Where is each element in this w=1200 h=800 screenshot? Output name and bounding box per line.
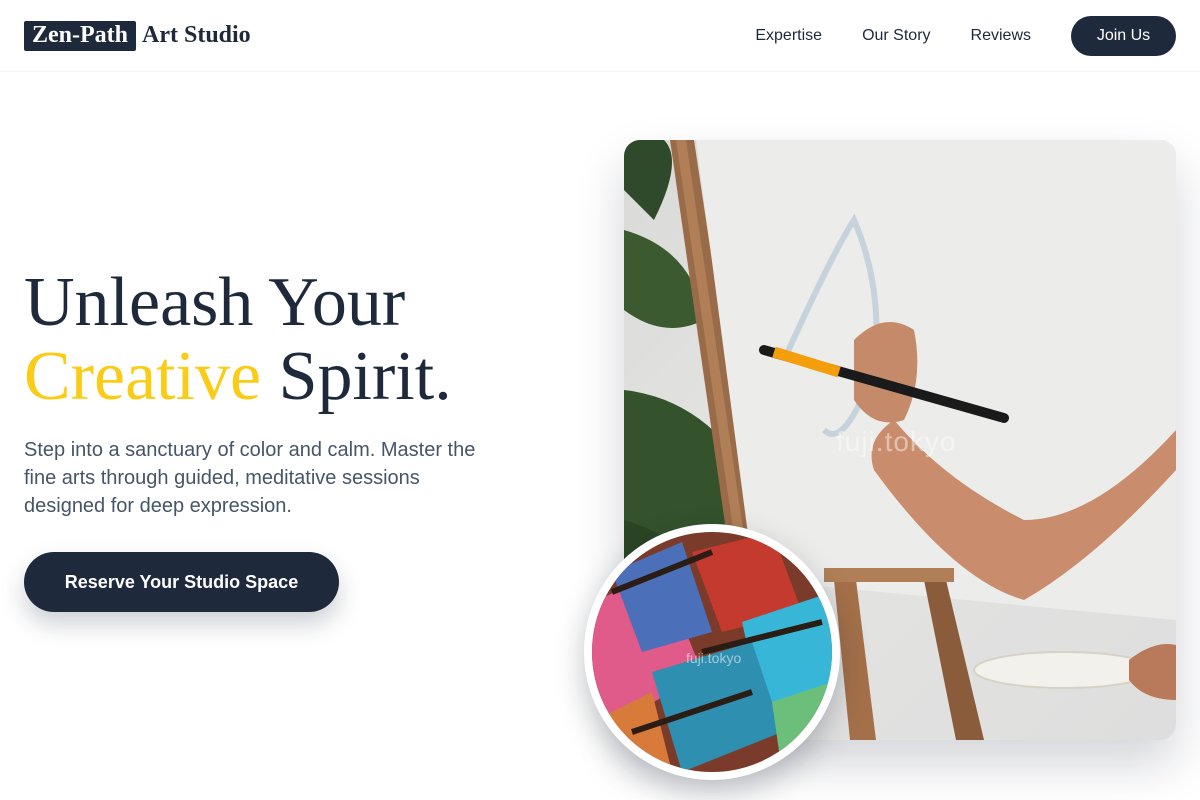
join-us-button[interactable]: Join Us [1071, 15, 1176, 56]
hero-description: Step into a sanctuary of color and calm.… [24, 439, 476, 517]
image-watermark: fuji.tokyo [836, 426, 957, 457]
brushes-circle-inner: fuji.tokyo [592, 532, 832, 772]
nav-link-reviews[interactable]: Reviews [971, 27, 1031, 45]
main-nav: Expertise Our Story Reviews Join Us [755, 15, 1176, 56]
hero-title-rest: Spirit. [261, 338, 452, 415]
brand-name-rest: Art Studio [142, 22, 251, 48]
brushes-circle-image: fuji.tokyo [584, 524, 840, 780]
site-header: Zen-Path Art Studio Expertise Our Story … [0, 0, 1200, 72]
brand-logo[interactable]: Zen-Path Art Studio [24, 20, 251, 51]
nav-link-expertise[interactable]: Expertise [755, 27, 822, 45]
nav-link-our-story[interactable]: Our Story [862, 27, 930, 45]
reserve-studio-button[interactable]: Reserve Your Studio Space [24, 552, 339, 612]
hero-title: Unleash Your Creative Spirit. [24, 266, 452, 414]
hero-title-line1: Unleash Your [24, 264, 406, 341]
hero-title-accent: Creative [24, 338, 262, 415]
circle-watermark: fuji.tokyo [686, 650, 742, 666]
brand-name-box: Zen-Path [24, 20, 136, 51]
